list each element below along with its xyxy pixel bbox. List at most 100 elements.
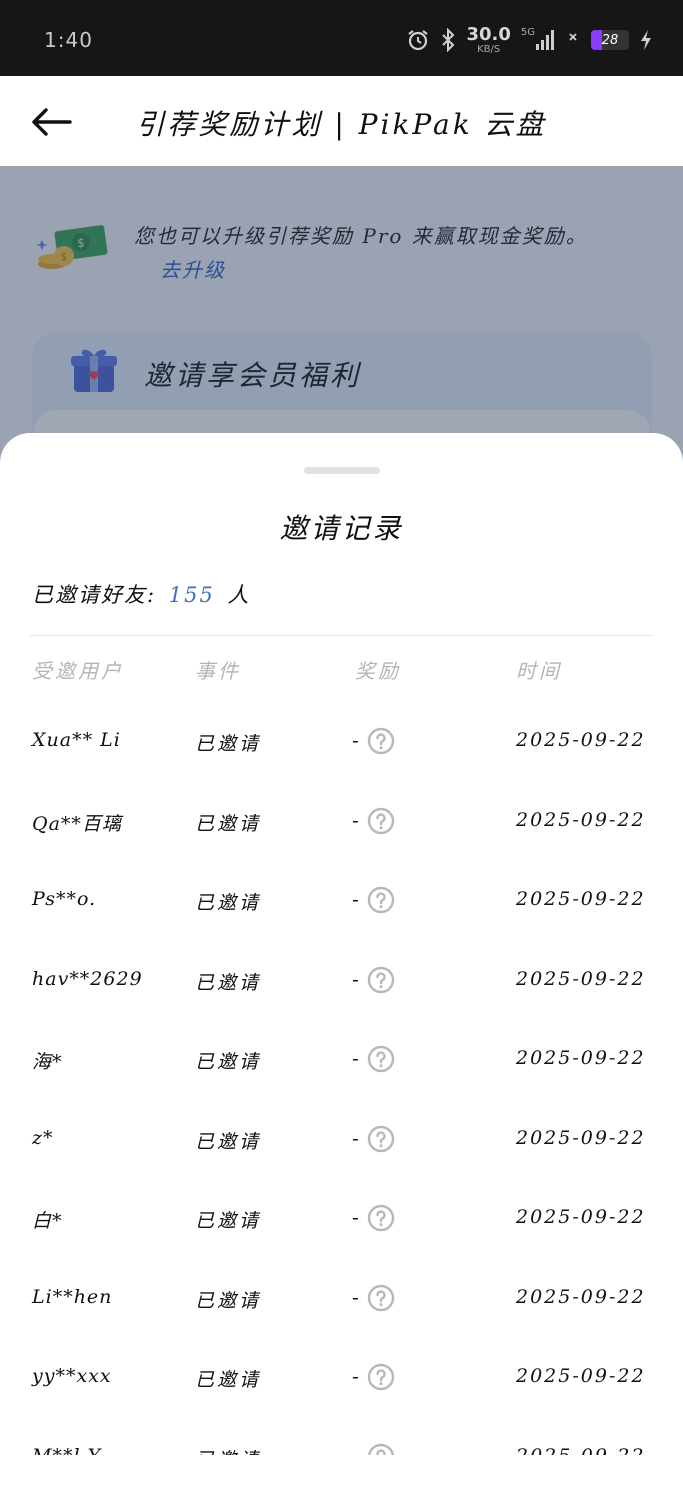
- net-speed-unit: KB/S: [477, 43, 501, 55]
- reward-value: -: [352, 1366, 359, 1388]
- row-time: 2025-09-22: [516, 888, 646, 910]
- column-header-time: 时间: [516, 659, 562, 683]
- column-header-reward: 奖励: [355, 659, 401, 683]
- alarm-icon: [406, 28, 430, 52]
- row-user: Xua** Li: [32, 729, 121, 751]
- table-row: hav**2629 已邀请 - 2025-09-22: [0, 942, 683, 1022]
- row-time: 2025-09-22: [516, 1285, 646, 1308]
- reward-value: -: [352, 809, 359, 832]
- row-user: Qa**百璃: [32, 812, 122, 835]
- help-circle-icon[interactable]: [367, 966, 395, 994]
- status-icons: 30.0 KB/S 5G 28: [406, 22, 653, 58]
- net-speed: 30.0 KB/S: [466, 23, 511, 55]
- row-reward: -: [352, 1204, 395, 1232]
- reward-value: -: [352, 730, 359, 752]
- help-circle-icon[interactable]: [367, 1363, 395, 1391]
- page-title: 引荐奖励计划 | PikPak 云盘: [136, 108, 547, 141]
- row-time: 2025-09-22: [516, 808, 646, 831]
- drag-handle[interactable]: [304, 467, 380, 474]
- signal-label: 5G: [520, 26, 535, 38]
- table-row: 白* 已邀请 - 2025-09-22: [0, 1180, 683, 1260]
- row-reward: -: [352, 1443, 395, 1456]
- row-event: 已邀请: [195, 733, 262, 755]
- help-circle-icon[interactable]: [367, 886, 395, 914]
- table-row: Ps**o. 已邀请 - 2025-09-22: [0, 862, 683, 942]
- row-time: 2025-09-22: [516, 1047, 646, 1069]
- invited-count-value: 155: [168, 583, 215, 607]
- invited-count-unit: 人: [227, 583, 251, 607]
- help-circle-icon[interactable]: [367, 1045, 395, 1073]
- help-circle-icon[interactable]: [367, 1443, 395, 1455]
- row-reward: -: [352, 1284, 395, 1312]
- reward-value: -: [352, 1286, 359, 1309]
- row-event: 已邀请: [195, 1130, 262, 1153]
- row-time: 2025-09-22: [516, 729, 646, 751]
- row-time: 2025-09-22: [516, 967, 646, 990]
- row-time: 2025-09-22: [516, 1445, 646, 1456]
- row-reward: -: [352, 727, 395, 755]
- row-reward: -: [352, 1125, 395, 1153]
- row-event: 已邀请: [195, 971, 262, 994]
- no-sim-icon: [567, 29, 581, 51]
- sheet-title: 邀请记录: [279, 512, 404, 545]
- row-reward: -: [352, 807, 395, 835]
- table-row: 海* 已邀请 - 2025-09-22: [0, 1021, 683, 1101]
- reward-value: -: [352, 1446, 359, 1456]
- row-event: 已邀请: [195, 1051, 262, 1073]
- table-row: M**l Y 已邀请 - 2025-09-22: [0, 1419, 683, 1456]
- row-time: 2025-09-22: [516, 1126, 646, 1149]
- row-user: M**l Y: [32, 1445, 101, 1456]
- help-circle-icon[interactable]: [367, 807, 395, 835]
- row-user: z*: [32, 1126, 54, 1149]
- help-circle-icon[interactable]: [367, 1204, 395, 1232]
- row-event: 已邀请: [195, 892, 262, 914]
- row-user: hav**2629: [32, 967, 143, 990]
- help-circle-icon[interactable]: [367, 727, 395, 755]
- row-event: 已邀请: [195, 812, 262, 835]
- invited-count-label: 已邀请好友:: [32, 583, 157, 607]
- reward-value: -: [352, 889, 359, 911]
- row-reward: -: [352, 886, 395, 914]
- divider: [30, 635, 653, 636]
- row-event: 已邀请: [195, 1369, 262, 1391]
- table-header: 受邀用户 事件 奖励 时间: [0, 655, 683, 691]
- bluetooth-icon: [440, 28, 456, 52]
- signal-icon: 5G: [520, 26, 557, 51]
- column-header-event: 事件: [195, 659, 241, 683]
- net-speed-value: 30.0: [466, 23, 511, 45]
- invited-friends-count: 已邀请好友: 155 人: [32, 579, 251, 609]
- table-row: z* 已邀请 - 2025-09-22: [0, 1101, 683, 1181]
- row-user: Ps**o.: [32, 888, 97, 910]
- help-circle-icon[interactable]: [367, 1125, 395, 1153]
- row-reward: -: [352, 1045, 395, 1073]
- help-circle-icon[interactable]: [367, 1284, 395, 1312]
- reward-value: -: [352, 1048, 359, 1070]
- row-reward: -: [352, 966, 395, 994]
- table-row: yy**xxx 已邀请 - 2025-09-22: [0, 1339, 683, 1419]
- reward-value: -: [352, 1207, 359, 1229]
- row-user: 白*: [32, 1210, 63, 1232]
- table-row: Xua** Li 已邀请 - 2025-09-22: [0, 703, 683, 783]
- row-event: 已邀请: [195, 1289, 262, 1312]
- row-user: Li**hen: [32, 1285, 113, 1308]
- row-time: 2025-09-22: [516, 1206, 646, 1228]
- row-user: yy**xxx: [32, 1365, 112, 1387]
- battery-percent: 28: [601, 32, 619, 48]
- charging-icon: [639, 29, 653, 51]
- status-bar: 1:40 30.0 KB/S 5G 28: [0, 0, 683, 76]
- row-event: 已邀请: [195, 1210, 262, 1232]
- table-row: Qa**百璃 已邀请 - 2025-09-22: [0, 783, 683, 863]
- invite-records-list[interactable]: Xua** Li 已邀请 - 2025-09-22 Qa**百璃 已邀请 - 2…: [0, 703, 683, 1455]
- status-time: 1:40: [44, 28, 93, 52]
- row-time: 2025-09-22: [516, 1365, 646, 1387]
- battery-icon: 28: [591, 30, 629, 50]
- reward-value: -: [352, 1127, 359, 1150]
- table-row: Li**hen 已邀请 - 2025-09-22: [0, 1260, 683, 1340]
- app-header: 引荐奖励计划 | PikPak 云盘: [0, 76, 683, 166]
- row-event: 已邀请: [195, 1445, 261, 1456]
- row-reward: -: [352, 1363, 395, 1391]
- invite-records-sheet: 邀请记录 已邀请好友: 155 人 受邀用户 事件 奖励 时间 Xua** Li…: [0, 433, 683, 1500]
- column-header-user: 受邀用户: [32, 659, 124, 683]
- reward-value: -: [352, 968, 359, 991]
- row-user: 海*: [32, 1051, 63, 1073]
